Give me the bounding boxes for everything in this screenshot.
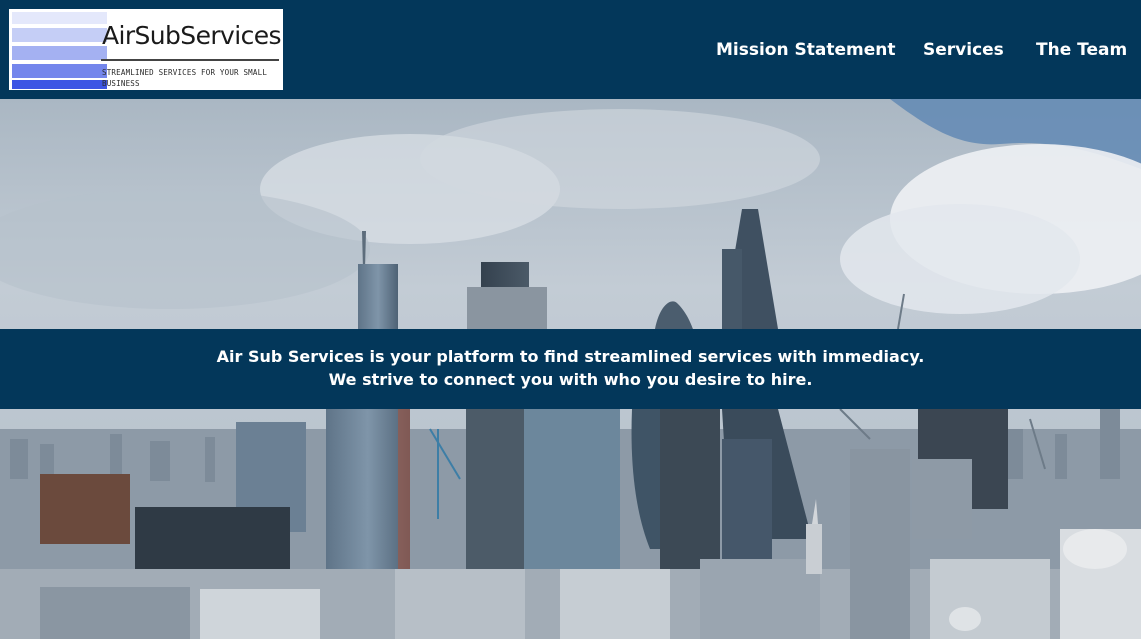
hero-banner: Air Sub Services is your platform to fin…: [0, 329, 1141, 409]
logo-stripe: [12, 46, 107, 60]
page: AirSubServices STREAMLINED SERVICES FOR …: [0, 0, 1141, 639]
nav-mission-statement[interactable]: Mission Statement: [716, 37, 895, 63]
site-header: AirSubServices STREAMLINED SERVICES FOR …: [0, 0, 1141, 99]
hero-headline: Air Sub Services is your platform to fin…: [216, 347, 925, 366]
hero-subheadline: We strive to connect you with who you de…: [328, 370, 813, 389]
logo-stripe: [12, 28, 107, 42]
site-logo[interactable]: AirSubServices STREAMLINED SERVICES FOR …: [9, 9, 283, 90]
logo-name: AirSubServices: [102, 21, 282, 50]
nav-services[interactable]: Services: [923, 37, 1004, 63]
logo-tagline: STREAMLINED SERVICES FOR YOUR SMALL BUSI…: [102, 68, 268, 88]
logo-stripe: [12, 80, 107, 89]
logo-stripe: [12, 64, 107, 78]
logo-stripe: [12, 12, 107, 24]
nav-the-team[interactable]: The Team: [1036, 37, 1127, 63]
logo-divider: [101, 59, 279, 61]
